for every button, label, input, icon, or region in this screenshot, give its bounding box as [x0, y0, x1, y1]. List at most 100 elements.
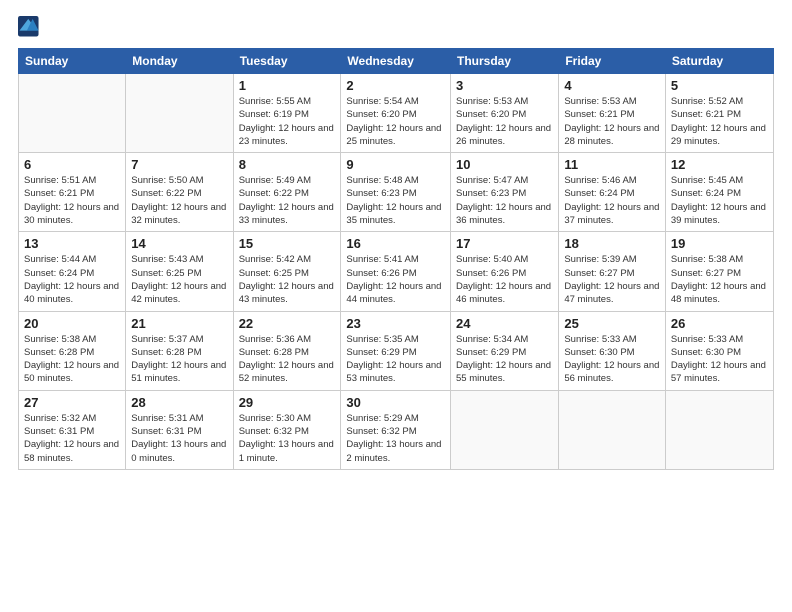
calendar-cell: 10 Sunrise: 5:47 AM Sunset: 6:23 PM Dayli… — [451, 153, 559, 232]
day-number: 14 — [131, 236, 227, 251]
calendar-cell: 5 Sunrise: 5:52 AM Sunset: 6:21 PM Daylig… — [665, 74, 773, 153]
calendar-cell: 23 Sunrise: 5:35 AM Sunset: 6:29 PM Dayli… — [341, 311, 451, 390]
calendar-cell: 26 Sunrise: 5:33 AM Sunset: 6:30 PM Dayli… — [665, 311, 773, 390]
weekday-header-monday: Monday — [126, 49, 233, 74]
calendar-cell: 1 Sunrise: 5:55 AM Sunset: 6:19 PM Daylig… — [233, 74, 341, 153]
day-number: 21 — [131, 316, 227, 331]
week-row-3: 13 Sunrise: 5:44 AM Sunset: 6:24 PM Dayli… — [19, 232, 774, 311]
calendar-cell: 17 Sunrise: 5:40 AM Sunset: 6:26 PM Dayli… — [451, 232, 559, 311]
day-info: Sunrise: 5:46 AM Sunset: 6:24 PM Dayligh… — [564, 174, 660, 227]
day-number: 25 — [564, 316, 660, 331]
header — [18, 18, 774, 38]
calendar-cell: 7 Sunrise: 5:50 AM Sunset: 6:22 PM Daylig… — [126, 153, 233, 232]
day-number: 8 — [239, 157, 336, 172]
weekday-header-wednesday: Wednesday — [341, 49, 451, 74]
day-number: 15 — [239, 236, 336, 251]
day-info: Sunrise: 5:30 AM Sunset: 6:32 PM Dayligh… — [239, 412, 336, 465]
day-number: 28 — [131, 395, 227, 410]
day-info: Sunrise: 5:50 AM Sunset: 6:22 PM Dayligh… — [131, 174, 227, 227]
day-number: 1 — [239, 78, 336, 93]
day-number: 4 — [564, 78, 660, 93]
calendar-cell: 22 Sunrise: 5:36 AM Sunset: 6:28 PM Dayli… — [233, 311, 341, 390]
day-info: Sunrise: 5:44 AM Sunset: 6:24 PM Dayligh… — [24, 253, 120, 306]
day-info: Sunrise: 5:41 AM Sunset: 6:26 PM Dayligh… — [346, 253, 445, 306]
day-info: Sunrise: 5:33 AM Sunset: 6:30 PM Dayligh… — [671, 333, 768, 386]
day-info: Sunrise: 5:43 AM Sunset: 6:25 PM Dayligh… — [131, 253, 227, 306]
day-info: Sunrise: 5:33 AM Sunset: 6:30 PM Dayligh… — [564, 333, 660, 386]
calendar-cell: 19Sunrise: 5:38 AM Sunset: 6:27 PM Dayli… — [665, 232, 773, 311]
day-info: Sunrise: 5:35 AM Sunset: 6:29 PM Dayligh… — [346, 333, 445, 386]
calendar-cell — [665, 390, 773, 469]
day-number: 27 — [24, 395, 120, 410]
calendar-cell: 18Sunrise: 5:39 AM Sunset: 6:27 PM Dayli… — [559, 232, 666, 311]
calendar-cell: 4 Sunrise: 5:53 AM Sunset: 6:21 PM Daylig… — [559, 74, 666, 153]
calendar-cell — [126, 74, 233, 153]
day-info: Sunrise: 5:55 AM Sunset: 6:19 PM Dayligh… — [239, 95, 336, 148]
day-info: Sunrise: 5:51 AM Sunset: 6:21 PM Dayligh… — [24, 174, 120, 227]
calendar-cell: 30 Sunrise: 5:29 AM Sunset: 6:32 PM Dayli… — [341, 390, 451, 469]
day-info: Sunrise: 5:31 AM Sunset: 6:31 PM Dayligh… — [131, 412, 227, 465]
day-info: Sunrise: 5:54 AM Sunset: 6:20 PM Dayligh… — [346, 95, 445, 148]
calendar-cell: 3Sunrise: 5:53 AM Sunset: 6:20 PM Daylig… — [451, 74, 559, 153]
day-number: 11 — [564, 157, 660, 172]
calendar-cell: 6 Sunrise: 5:51 AM Sunset: 6:21 PM Daylig… — [19, 153, 126, 232]
week-row-5: 27 Sunrise: 5:32 AM Sunset: 6:31 PM Dayli… — [19, 390, 774, 469]
calendar-cell: 8 Sunrise: 5:49 AM Sunset: 6:22 PM Daylig… — [233, 153, 341, 232]
calendar-cell: 16 Sunrise: 5:41 AM Sunset: 6:26 PM Dayli… — [341, 232, 451, 311]
calendar-cell: 12Sunrise: 5:45 AM Sunset: 6:24 PM Dayli… — [665, 153, 773, 232]
weekday-header-thursday: Thursday — [451, 49, 559, 74]
calendar-cell: 14 Sunrise: 5:43 AM Sunset: 6:25 PM Dayli… — [126, 232, 233, 311]
day-number: 2 — [346, 78, 445, 93]
day-number: 13 — [24, 236, 120, 251]
calendar-cell: 13 Sunrise: 5:44 AM Sunset: 6:24 PM Dayli… — [19, 232, 126, 311]
day-number: 16 — [346, 236, 445, 251]
day-info: Sunrise: 5:39 AM Sunset: 6:27 PM Dayligh… — [564, 253, 660, 306]
calendar-cell: 15 Sunrise: 5:42 AM Sunset: 6:25 PM Dayli… — [233, 232, 341, 311]
day-info: Sunrise: 5:34 AM Sunset: 6:29 PM Dayligh… — [456, 333, 553, 386]
weekday-header-tuesday: Tuesday — [233, 49, 341, 74]
day-number: 29 — [239, 395, 336, 410]
day-info: Sunrise: 5:38 AM Sunset: 6:28 PM Dayligh… — [24, 333, 120, 386]
weekday-header-sunday: Sunday — [19, 49, 126, 74]
calendar-cell: 9Sunrise: 5:48 AM Sunset: 6:23 PM Daylig… — [341, 153, 451, 232]
day-info: Sunrise: 5:53 AM Sunset: 6:21 PM Dayligh… — [564, 95, 660, 148]
calendar-cell — [559, 390, 666, 469]
day-info: Sunrise: 5:45 AM Sunset: 6:24 PM Dayligh… — [671, 174, 768, 227]
day-info: Sunrise: 5:42 AM Sunset: 6:25 PM Dayligh… — [239, 253, 336, 306]
day-info: Sunrise: 5:47 AM Sunset: 6:23 PM Dayligh… — [456, 174, 553, 227]
calendar: SundayMondayTuesdayWednesdayThursdayFrid… — [18, 48, 774, 470]
week-row-4: 20 Sunrise: 5:38 AM Sunset: 6:28 PM Dayli… — [19, 311, 774, 390]
calendar-cell: 24Sunrise: 5:34 AM Sunset: 6:29 PM Dayli… — [451, 311, 559, 390]
day-info: Sunrise: 5:48 AM Sunset: 6:23 PM Dayligh… — [346, 174, 445, 227]
week-row-1: 1 Sunrise: 5:55 AM Sunset: 6:19 PM Daylig… — [19, 74, 774, 153]
calendar-cell: 2 Sunrise: 5:54 AM Sunset: 6:20 PM Daylig… — [341, 74, 451, 153]
calendar-cell — [19, 74, 126, 153]
day-info: Sunrise: 5:36 AM Sunset: 6:28 PM Dayligh… — [239, 333, 336, 386]
day-info: Sunrise: 5:32 AM Sunset: 6:31 PM Dayligh… — [24, 412, 120, 465]
day-number: 17 — [456, 236, 553, 251]
calendar-cell: 20 Sunrise: 5:38 AM Sunset: 6:28 PM Dayli… — [19, 311, 126, 390]
day-number: 20 — [24, 316, 120, 331]
day-info: Sunrise: 5:40 AM Sunset: 6:26 PM Dayligh… — [456, 253, 553, 306]
day-number: 10 — [456, 157, 553, 172]
day-info: Sunrise: 5:29 AM Sunset: 6:32 PM Dayligh… — [346, 412, 445, 465]
calendar-cell: 11 Sunrise: 5:46 AM Sunset: 6:24 PM Dayli… — [559, 153, 666, 232]
day-number: 30 — [346, 395, 445, 410]
day-number: 7 — [131, 157, 227, 172]
day-info: Sunrise: 5:49 AM Sunset: 6:22 PM Dayligh… — [239, 174, 336, 227]
day-number: 23 — [346, 316, 445, 331]
calendar-cell: 29 Sunrise: 5:30 AM Sunset: 6:32 PM Dayli… — [233, 390, 341, 469]
day-number: 22 — [239, 316, 336, 331]
day-info: Sunrise: 5:53 AM Sunset: 6:20 PM Dayligh… — [456, 95, 553, 148]
day-number: 5 — [671, 78, 768, 93]
day-number: 6 — [24, 157, 120, 172]
logo-icon — [18, 16, 40, 38]
week-row-2: 6 Sunrise: 5:51 AM Sunset: 6:21 PM Daylig… — [19, 153, 774, 232]
day-number: 26 — [671, 316, 768, 331]
calendar-cell — [451, 390, 559, 469]
day-info: Sunrise: 5:37 AM Sunset: 6:28 PM Dayligh… — [131, 333, 227, 386]
calendar-cell: 27 Sunrise: 5:32 AM Sunset: 6:31 PM Dayli… — [19, 390, 126, 469]
calendar-cell: 28 Sunrise: 5:31 AM Sunset: 6:31 PM Dayli… — [126, 390, 233, 469]
logo — [18, 18, 43, 38]
day-info: Sunrise: 5:52 AM Sunset: 6:21 PM Dayligh… — [671, 95, 768, 148]
